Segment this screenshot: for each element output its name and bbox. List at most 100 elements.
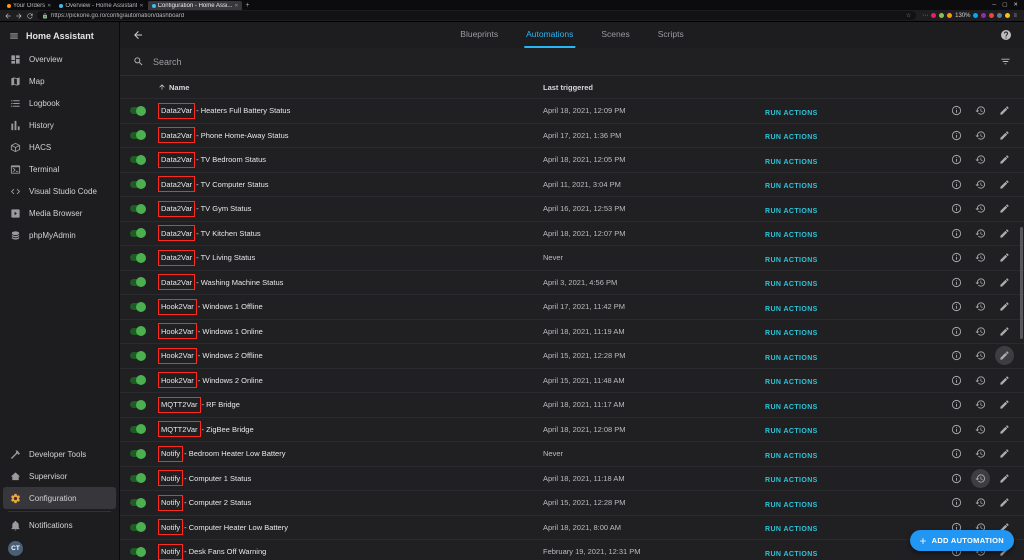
sidebar-item-developer-tools[interactable]: Developer Tools — [0, 443, 119, 465]
run-actions-button[interactable]: RUN ACTIONS — [765, 330, 818, 337]
automation-toggle[interactable] — [130, 228, 146, 239]
sidebar-item-supervisor[interactable]: Supervisor — [0, 465, 119, 487]
automation-toggle[interactable] — [130, 546, 146, 557]
browser-reload-icon[interactable] — [26, 12, 34, 20]
info-icon[interactable] — [947, 297, 966, 316]
filter-icon[interactable] — [1000, 56, 1011, 67]
tab-close-icon[interactable]: ✕ — [139, 3, 143, 9]
edit-pencil-icon[interactable] — [995, 444, 1014, 463]
overflow-menu-icon[interactable]: ⋯ — [922, 12, 928, 19]
sidebar-item-media-browser[interactable]: Media Browser — [0, 202, 119, 224]
run-actions-button[interactable]: RUN ACTIONS — [765, 404, 818, 411]
menu-icon[interactable] — [9, 31, 19, 41]
sidebar-item-hacs[interactable]: HACS — [0, 136, 119, 158]
info-icon[interactable] — [947, 493, 966, 512]
info-icon[interactable] — [947, 175, 966, 194]
browser-forward-icon[interactable] — [15, 12, 23, 20]
automation-toggle[interactable] — [130, 130, 146, 141]
bookmark-star-icon[interactable]: ☆ — [906, 12, 911, 19]
trace-history-icon[interactable] — [971, 273, 990, 292]
trace-history-icon[interactable] — [971, 175, 990, 194]
info-icon[interactable] — [947, 199, 966, 218]
automation-toggle[interactable] — [130, 277, 146, 288]
run-actions-button[interactable]: RUN ACTIONS — [765, 183, 818, 190]
run-actions-button[interactable]: RUN ACTIONS — [765, 526, 818, 533]
trace-history-icon[interactable] — [971, 126, 990, 145]
close-button[interactable]: ✕ — [1013, 2, 1018, 8]
tab-blueprints[interactable]: Blueprints — [458, 22, 500, 48]
extension-icons[interactable]: ⋯ 130% ≡ — [919, 12, 1020, 20]
automation-toggle[interactable] — [130, 301, 146, 312]
tab-scripts[interactable]: Scripts — [656, 22, 686, 48]
run-actions-button[interactable]: RUN ACTIONS — [765, 477, 818, 484]
trace-history-icon[interactable] — [971, 420, 990, 439]
trace-history-icon[interactable] — [971, 493, 990, 512]
automation-toggle[interactable] — [130, 473, 146, 484]
sidebar-item-terminal[interactable]: Terminal — [0, 158, 119, 180]
add-automation-button[interactable]: ADD AUTOMATION — [909, 530, 1014, 551]
info-icon[interactable] — [947, 395, 966, 414]
run-actions-button[interactable]: RUN ACTIONS — [765, 379, 818, 386]
extension-icon[interactable] — [1005, 13, 1011, 18]
sidebar-item-logbook[interactable]: Logbook — [0, 92, 119, 114]
edit-pencil-icon[interactable] — [995, 469, 1014, 488]
automation-toggle[interactable] — [130, 350, 146, 361]
edit-pencil-icon[interactable] — [995, 101, 1014, 120]
run-actions-button[interactable]: RUN ACTIONS — [765, 281, 818, 288]
run-actions-button[interactable]: RUN ACTIONS — [765, 110, 818, 117]
info-icon[interactable] — [947, 322, 966, 341]
info-icon[interactable] — [947, 248, 966, 267]
automation-toggle[interactable] — [130, 522, 146, 533]
help-icon[interactable] — [1000, 29, 1012, 41]
info-icon[interactable] — [947, 346, 966, 365]
sidebar-item-configuration[interactable]: Configuration — [3, 487, 116, 509]
trace-history-icon[interactable] — [971, 444, 990, 463]
automation-toggle[interactable] — [130, 154, 146, 165]
edit-pencil-icon[interactable] — [995, 420, 1014, 439]
search-input[interactable] — [153, 56, 991, 67]
tab-close-icon[interactable]: ✕ — [234, 3, 238, 9]
scrollbar-thumb[interactable] — [1020, 227, 1023, 339]
extension-icon[interactable] — [981, 13, 987, 18]
avatar[interactable]: CT — [8, 540, 23, 556]
edit-pencil-icon[interactable] — [995, 126, 1014, 145]
tab-automations[interactable]: Automations — [524, 22, 576, 48]
column-header-last-triggered[interactable]: Last triggered — [543, 83, 765, 92]
run-actions-button[interactable]: RUN ACTIONS — [765, 232, 818, 239]
edit-pencil-icon[interactable] — [995, 273, 1014, 292]
run-actions-button[interactable]: RUN ACTIONS — [765, 453, 818, 460]
browser-menu-icon[interactable]: ≡ — [1013, 13, 1017, 19]
edit-pencil-icon[interactable] — [995, 248, 1014, 267]
automation-toggle[interactable] — [130, 252, 146, 263]
info-icon[interactable] — [947, 371, 966, 390]
info-icon[interactable] — [947, 101, 966, 120]
edit-pencil-icon[interactable] — [995, 297, 1014, 316]
trace-history-icon[interactable] — [971, 224, 990, 243]
trace-history-icon[interactable] — [971, 199, 990, 218]
automation-toggle[interactable] — [130, 203, 146, 214]
trace-history-icon[interactable] — [971, 150, 990, 169]
info-icon[interactable] — [947, 444, 966, 463]
tab-close-icon[interactable]: ✕ — [47, 3, 51, 9]
browser-tab-your-orders[interactable]: Your Orders ✕ — [3, 1, 55, 10]
zoom-level[interactable]: 130% — [955, 13, 970, 19]
minimize-button[interactable]: ─ — [992, 2, 996, 8]
edit-pencil-icon[interactable] — [995, 224, 1014, 243]
browser-tab-configuration[interactable]: Configuration - Home Assi... ✕ — [147, 1, 243, 10]
trace-history-icon[interactable] — [971, 248, 990, 267]
sidebar-item-visual-studio-code[interactable]: Visual Studio Code — [0, 180, 119, 202]
address-bar[interactable]: https://pickone.go.ro/config/automation/… — [37, 11, 917, 20]
maximize-button[interactable]: ▢ — [1002, 2, 1007, 8]
automation-toggle[interactable] — [130, 326, 146, 337]
info-icon[interactable] — [947, 469, 966, 488]
edit-pencil-icon[interactable] — [995, 150, 1014, 169]
extension-icon[interactable] — [973, 13, 979, 18]
run-actions-button[interactable]: RUN ACTIONS — [765, 551, 818, 558]
extension-icon[interactable] — [931, 13, 937, 18]
trace-history-icon[interactable] — [971, 101, 990, 120]
extension-icon[interactable] — [939, 13, 945, 18]
new-tab-button[interactable]: + — [245, 1, 249, 10]
info-icon[interactable] — [947, 126, 966, 145]
browser-back-icon[interactable] — [4, 12, 12, 20]
automation-toggle[interactable] — [130, 497, 146, 508]
